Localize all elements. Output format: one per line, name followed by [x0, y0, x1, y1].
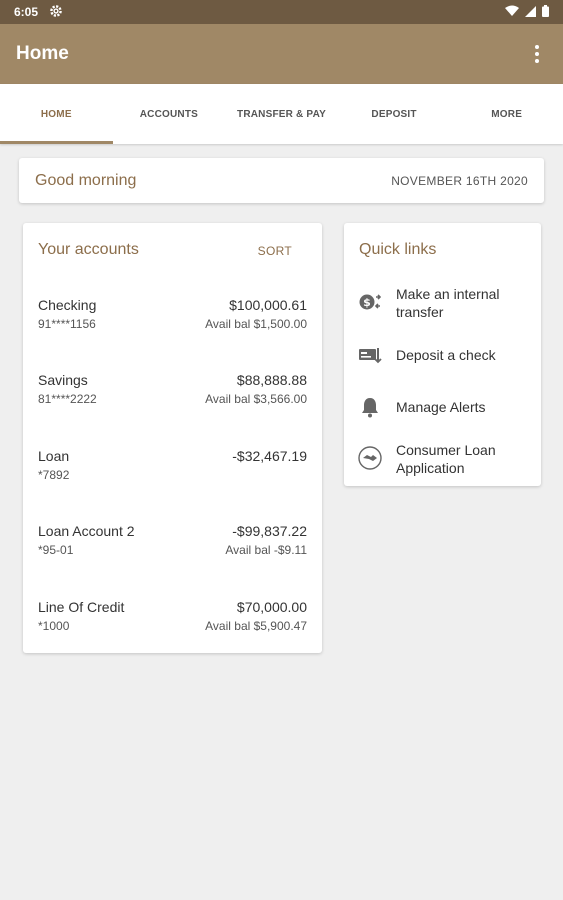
- tab-home[interactable]: HOME: [0, 84, 113, 144]
- account-balance: $88,888.88: [236, 372, 307, 388]
- quick-link-deposit-check[interactable]: Deposit a check: [344, 331, 541, 379]
- account-available-balance: Avail bal $5,900.47: [205, 619, 307, 633]
- status-time: 6:05: [14, 5, 39, 19]
- account-row-loan[interactable]: Loan *7892 -$32,467.19: [23, 448, 322, 508]
- account-row-loan-account-2[interactable]: Loan Account 2 *95-01 -$99,837.22 Avail …: [23, 523, 322, 583]
- app-bar: Home: [0, 24, 563, 84]
- tab-accounts[interactable]: ACCOUNTS: [113, 84, 226, 144]
- page-title: Home: [16, 43, 69, 64]
- quick-link-label: Manage Alerts: [396, 399, 486, 415]
- signal-icon: [525, 5, 536, 17]
- account-available-balance: Avail bal $1,500.00: [205, 317, 307, 331]
- account-name: Savings: [38, 372, 88, 388]
- quick-link-manage-alerts[interactable]: Manage Alerts: [344, 383, 541, 431]
- greeting-text: Good morning: [35, 172, 137, 189]
- account-name: Line Of Credit: [38, 599, 125, 615]
- quick-link-label: Deposit a check: [396, 347, 496, 363]
- quick-link-consumer-loan[interactable]: Consumer Loan Application: [344, 437, 541, 485]
- greeting-date: NOVEMBER 16TH 2020: [391, 174, 528, 188]
- account-balance: -$99,837.22: [232, 523, 307, 539]
- status-bar: 6:05: [0, 0, 563, 24]
- tab-bar: HOME ACCOUNTS TRANSFER & PAY DEPOSIT MOR…: [0, 84, 563, 144]
- tab-more[interactable]: MORE: [450, 84, 563, 144]
- account-number: *1000: [38, 619, 70, 633]
- quick-links-title: Quick links: [359, 241, 437, 258]
- account-number: *7892: [38, 468, 70, 482]
- gear-icon: [49, 4, 63, 18]
- sort-button[interactable]: SORT: [258, 244, 292, 258]
- battery-icon: [542, 5, 549, 17]
- wifi-icon: [505, 5, 519, 16]
- check-deposit-icon: [358, 343, 382, 367]
- account-available-balance: Avail bal -$9.11: [225, 543, 307, 557]
- accounts-title: Your accounts: [38, 241, 139, 258]
- account-number: 81****2222: [38, 392, 97, 406]
- tab-deposit[interactable]: DEPOSIT: [338, 84, 451, 144]
- account-available-balance: Avail bal $3,566.00: [205, 392, 307, 406]
- account-row-line-of-credit[interactable]: Line Of Credit *1000 $70,000.00 Avail ba…: [23, 599, 322, 659]
- account-number: *95-01: [38, 543, 74, 557]
- accounts-card: Your accounts SORT Checking 91****1156 $…: [23, 223, 322, 653]
- quick-links-card: Quick links $ Make an internal transfer …: [344, 223, 541, 486]
- tab-transfer-pay[interactable]: TRANSFER & PAY: [225, 84, 338, 144]
- transfer-icon: $: [358, 290, 382, 314]
- account-balance: $70,000.00: [236, 599, 307, 615]
- svg-text:$: $: [363, 296, 371, 309]
- quick-link-label: Consumer Loan Application: [396, 442, 496, 476]
- account-name: Loan: [38, 448, 70, 464]
- handshake-icon: [358, 446, 382, 470]
- account-name: Checking: [38, 297, 97, 313]
- account-number: 91****1156: [38, 317, 96, 331]
- quick-link-label: Make an internal transfer: [396, 286, 500, 320]
- overflow-menu-icon[interactable]: [529, 42, 545, 66]
- greeting-card: Good morning NOVEMBER 16TH 2020: [19, 158, 544, 203]
- bell-icon: [358, 395, 382, 419]
- account-name: Loan Account 2: [38, 523, 135, 539]
- quick-link-internal-transfer[interactable]: $ Make an internal transfer: [344, 281, 541, 329]
- account-row-checking[interactable]: Checking 91****1156 $100,000.61 Avail ba…: [23, 297, 322, 357]
- account-row-savings[interactable]: Savings 81****2222 $88,888.88 Avail bal …: [23, 372, 322, 432]
- system-icons: [505, 5, 549, 17]
- account-balance: -$32,467.19: [232, 448, 307, 464]
- account-balance: $100,000.61: [229, 297, 307, 313]
